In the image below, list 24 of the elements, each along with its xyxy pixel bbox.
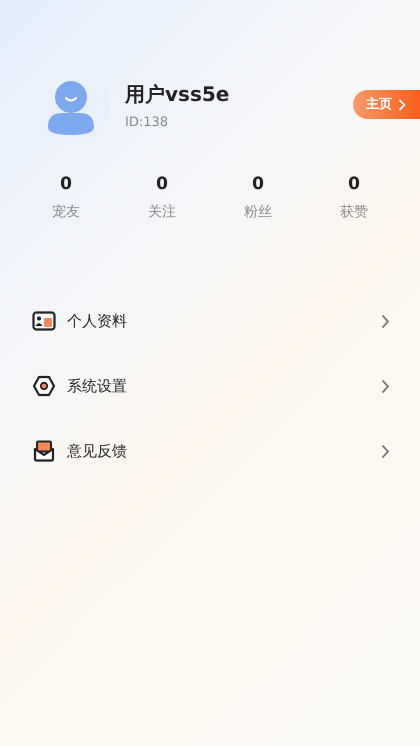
envelope-icon	[33, 440, 55, 462]
menu-label: 意见反馈	[67, 440, 128, 462]
chevron-right-icon	[381, 314, 390, 328]
stat-label: 获赞	[340, 202, 368, 222]
id-card-icon	[32, 311, 56, 331]
menu-label: 个人资料	[67, 310, 128, 332]
menu-item[interactable]: 系统设置	[0, 354, 420, 418]
chevron-right-icon	[398, 98, 406, 110]
menu-item[interactable]: 意见反馈	[0, 418, 420, 484]
stat-label: 关注	[148, 202, 176, 222]
stat-value: 0	[252, 173, 264, 196]
stat-label: 宠友	[52, 202, 80, 222]
chevron-right-icon	[381, 378, 390, 394]
user-name: 用户vss5e	[125, 82, 230, 107]
stat-value: 0	[156, 173, 168, 196]
user-id: ID:138	[125, 114, 170, 132]
stat-value: 0	[60, 173, 72, 196]
settings-icon	[32, 375, 56, 397]
menu-item[interactable]: 个人资料	[0, 288, 420, 354]
stat-label: 粉丝	[244, 202, 272, 222]
chevron-right-icon	[381, 444, 390, 458]
stat-value: 0	[348, 173, 360, 196]
avatar-icon	[46, 79, 96, 135]
menu-label: 系统设置	[67, 376, 128, 397]
